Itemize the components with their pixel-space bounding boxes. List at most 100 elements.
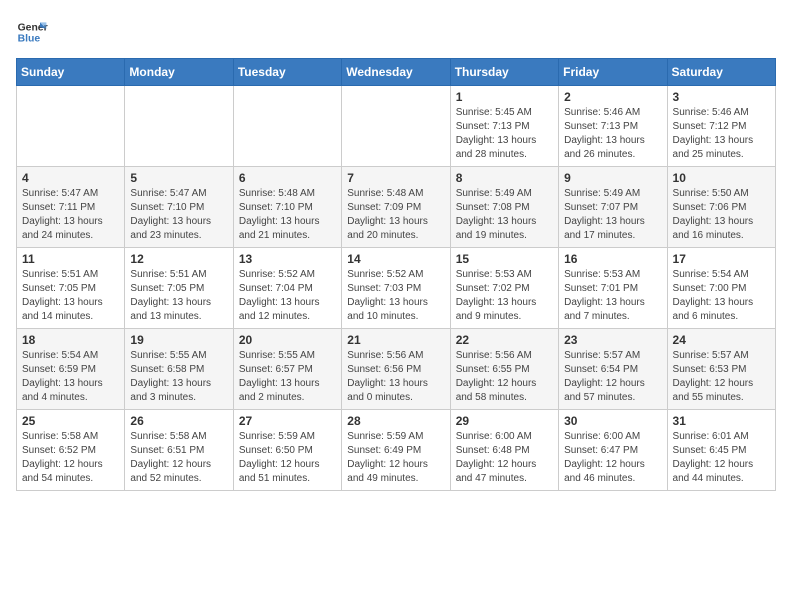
calendar-cell: 31Sunrise: 6:01 AM Sunset: 6:45 PM Dayli… xyxy=(667,410,775,491)
day-number: 12 xyxy=(130,252,227,266)
day-number: 21 xyxy=(347,333,444,347)
day-number: 16 xyxy=(564,252,661,266)
calendar-cell: 12 Sunrise: 5:51 AM Sunset: 7:05 PM Dayli… xyxy=(125,248,233,329)
calendar-cell: 27Sunrise: 5:59 AM Sunset: 6:50 PM Dayli… xyxy=(233,410,341,491)
day-number: 24 xyxy=(673,333,770,347)
calendar-cell: 16 Sunrise: 5:53 AM Sunset: 7:01 PM Dayli… xyxy=(559,248,667,329)
calendar-cell: 28 Sunrise: 5:59 AM Sunset: 6:49 PM Dayli… xyxy=(342,410,450,491)
calendar-cell: 29 Sunrise: 6:00 AM Sunset: 6:48 PM Dayli… xyxy=(450,410,558,491)
day-number: 18 xyxy=(22,333,119,347)
day-info: Sunrise: 5:50 AM Sunset: 7:06 PM Dayligh… xyxy=(673,187,770,243)
logo-icon: General Blue xyxy=(16,16,48,48)
day-number: 4 xyxy=(22,171,119,185)
day-info: Sunrise: 5:55 AM Sunset: 6:57 PM Dayligh… xyxy=(239,349,336,405)
calendar-cell: 6 Sunrise: 5:48 AM Sunset: 7:10 PM Daylig… xyxy=(233,167,341,248)
calendar-cell: 7 Sunrise: 5:48 AM Sunset: 7:09 PM Daylig… xyxy=(342,167,450,248)
day-info: Sunrise: 5:56 AM Sunset: 6:55 PM Dayligh… xyxy=(456,349,553,405)
day-info: Sunrise: 5:56 AM Sunset: 6:56 PM Dayligh… xyxy=(347,349,444,405)
day-number: 3 xyxy=(673,90,770,104)
calendar-cell: 9Sunrise: 5:49 AM Sunset: 7:07 PM Daylig… xyxy=(559,167,667,248)
calendar-cell xyxy=(233,86,341,167)
day-info: Sunrise: 5:59 AM Sunset: 6:49 PM Dayligh… xyxy=(347,430,444,486)
day-header-wednesday: Wednesday xyxy=(342,59,450,86)
day-number: 13 xyxy=(239,252,336,266)
day-number: 8 xyxy=(456,171,553,185)
day-header-sunday: Sunday xyxy=(17,59,125,86)
day-number: 29 xyxy=(456,414,553,428)
day-header-saturday: Saturday xyxy=(667,59,775,86)
calendar-cell: 17 Sunrise: 5:54 AM Sunset: 7:00 PM Dayli… xyxy=(667,248,775,329)
calendar-week-row: 18 Sunrise: 5:54 AM Sunset: 6:59 PM Dayli… xyxy=(17,329,776,410)
day-number: 11 xyxy=(22,252,119,266)
day-info: Sunrise: 5:57 AM Sunset: 6:54 PM Dayligh… xyxy=(564,349,661,405)
calendar-cell: 4Sunrise: 5:47 AM Sunset: 7:11 PM Daylig… xyxy=(17,167,125,248)
page-header: General Blue xyxy=(16,16,776,48)
day-info: Sunrise: 5:58 AM Sunset: 6:51 PM Dayligh… xyxy=(130,430,227,486)
day-header-friday: Friday xyxy=(559,59,667,86)
day-info: Sunrise: 5:48 AM Sunset: 7:09 PM Dayligh… xyxy=(347,187,444,243)
day-info: Sunrise: 5:49 AM Sunset: 7:08 PM Dayligh… xyxy=(456,187,553,243)
day-header-monday: Monday xyxy=(125,59,233,86)
day-number: 27 xyxy=(239,414,336,428)
day-number: 2 xyxy=(564,90,661,104)
day-info: Sunrise: 5:53 AM Sunset: 7:01 PM Dayligh… xyxy=(564,268,661,324)
calendar-cell: 1Sunrise: 5:45 AM Sunset: 7:13 PM Daylig… xyxy=(450,86,558,167)
calendar-cell: 10 Sunrise: 5:50 AM Sunset: 7:06 PM Dayli… xyxy=(667,167,775,248)
day-info: Sunrise: 5:54 AM Sunset: 6:59 PM Dayligh… xyxy=(22,349,119,405)
day-number: 7 xyxy=(347,171,444,185)
calendar-cell: 18 Sunrise: 5:54 AM Sunset: 6:59 PM Dayli… xyxy=(17,329,125,410)
calendar-week-row: 25 Sunrise: 5:58 AM Sunset: 6:52 PM Dayli… xyxy=(17,410,776,491)
day-info: Sunrise: 5:53 AM Sunset: 7:02 PM Dayligh… xyxy=(456,268,553,324)
day-info: Sunrise: 5:51 AM Sunset: 7:05 PM Dayligh… xyxy=(22,268,119,324)
day-number: 22 xyxy=(456,333,553,347)
day-number: 25 xyxy=(22,414,119,428)
day-info: Sunrise: 6:00 AM Sunset: 6:47 PM Dayligh… xyxy=(564,430,661,486)
day-info: Sunrise: 5:46 AM Sunset: 7:13 PM Dayligh… xyxy=(564,106,661,162)
day-number: 6 xyxy=(239,171,336,185)
day-header-tuesday: Tuesday xyxy=(233,59,341,86)
svg-text:Blue: Blue xyxy=(18,34,41,45)
day-info: Sunrise: 5:45 AM Sunset: 7:13 PM Dayligh… xyxy=(456,106,553,162)
day-info: Sunrise: 5:54 AM Sunset: 7:00 PM Dayligh… xyxy=(673,268,770,324)
day-info: Sunrise: 6:01 AM Sunset: 6:45 PM Dayligh… xyxy=(673,430,770,486)
calendar-cell: 24 Sunrise: 5:57 AM Sunset: 6:53 PM Dayli… xyxy=(667,329,775,410)
day-info: Sunrise: 5:52 AM Sunset: 7:04 PM Dayligh… xyxy=(239,268,336,324)
day-number: 10 xyxy=(673,171,770,185)
day-info: Sunrise: 5:57 AM Sunset: 6:53 PM Dayligh… xyxy=(673,349,770,405)
day-info: Sunrise: 5:52 AM Sunset: 7:03 PM Dayligh… xyxy=(347,268,444,324)
calendar-cell: 20Sunrise: 5:55 AM Sunset: 6:57 PM Dayli… xyxy=(233,329,341,410)
day-number: 14 xyxy=(347,252,444,266)
day-number: 9 xyxy=(564,171,661,185)
calendar-cell: 25 Sunrise: 5:58 AM Sunset: 6:52 PM Dayli… xyxy=(17,410,125,491)
calendar-cell: 14 Sunrise: 5:52 AM Sunset: 7:03 PM Dayli… xyxy=(342,248,450,329)
calendar-cell: 21 Sunrise: 5:56 AM Sunset: 6:56 PM Dayli… xyxy=(342,329,450,410)
calendar-cell: 15 Sunrise: 5:53 AM Sunset: 7:02 PM Dayli… xyxy=(450,248,558,329)
calendar-week-row: 11 Sunrise: 5:51 AM Sunset: 7:05 PM Dayli… xyxy=(17,248,776,329)
calendar-week-row: 1Sunrise: 5:45 AM Sunset: 7:13 PM Daylig… xyxy=(17,86,776,167)
day-info: Sunrise: 5:47 AM Sunset: 7:10 PM Dayligh… xyxy=(130,187,227,243)
day-number: 17 xyxy=(673,252,770,266)
day-header-thursday: Thursday xyxy=(450,59,558,86)
day-number: 15 xyxy=(456,252,553,266)
calendar-cell xyxy=(125,86,233,167)
calendar-header-row: SundayMondayTuesdayWednesdayThursdayFrid… xyxy=(17,59,776,86)
day-number: 19 xyxy=(130,333,227,347)
day-number: 5 xyxy=(130,171,227,185)
day-info: Sunrise: 5:55 AM Sunset: 6:58 PM Dayligh… xyxy=(130,349,227,405)
day-number: 28 xyxy=(347,414,444,428)
logo: General Blue xyxy=(16,16,48,48)
day-info: Sunrise: 5:48 AM Sunset: 7:10 PM Dayligh… xyxy=(239,187,336,243)
calendar-cell: 22 Sunrise: 5:56 AM Sunset: 6:55 PM Dayli… xyxy=(450,329,558,410)
calendar-cell: 2 Sunrise: 5:46 AM Sunset: 7:13 PM Daylig… xyxy=(559,86,667,167)
day-info: Sunrise: 5:46 AM Sunset: 7:12 PM Dayligh… xyxy=(673,106,770,162)
calendar-table: SundayMondayTuesdayWednesdayThursdayFrid… xyxy=(16,58,776,491)
day-info: Sunrise: 5:51 AM Sunset: 7:05 PM Dayligh… xyxy=(130,268,227,324)
calendar-week-row: 4Sunrise: 5:47 AM Sunset: 7:11 PM Daylig… xyxy=(17,167,776,248)
day-info: Sunrise: 5:58 AM Sunset: 6:52 PM Dayligh… xyxy=(22,430,119,486)
day-info: Sunrise: 6:00 AM Sunset: 6:48 PM Dayligh… xyxy=(456,430,553,486)
day-number: 23 xyxy=(564,333,661,347)
calendar-cell: 3 Sunrise: 5:46 AM Sunset: 7:12 PM Daylig… xyxy=(667,86,775,167)
calendar-cell: 26Sunrise: 5:58 AM Sunset: 6:51 PM Dayli… xyxy=(125,410,233,491)
calendar-cell: 19 Sunrise: 5:55 AM Sunset: 6:58 PM Dayli… xyxy=(125,329,233,410)
calendar-cell xyxy=(17,86,125,167)
